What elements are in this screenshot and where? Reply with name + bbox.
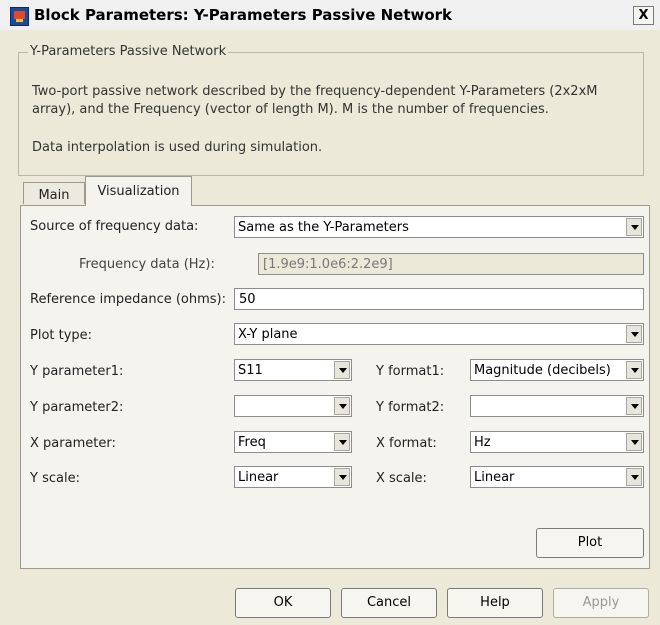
block-description: Two-port passive network described by th… [32, 84, 598, 117]
y-format2-dropdown[interactable] [470, 395, 644, 417]
chevron-down-icon[interactable] [334, 397, 350, 415]
tab-main[interactable]: Main [23, 182, 85, 204]
x-format-value: Hz [474, 435, 491, 450]
plot-button[interactable]: Plot [536, 528, 644, 558]
plot-type-value: X-Y plane [238, 327, 298, 342]
chevron-down-icon[interactable] [626, 433, 642, 451]
group-legend: Y-Parameters Passive Network [28, 44, 229, 59]
chevron-down-icon[interactable] [626, 325, 642, 343]
chevron-down-icon[interactable] [626, 468, 642, 486]
source-frequency-value: Same as the Y-Parameters [238, 220, 409, 235]
reference-impedance-field[interactable]: 50 [234, 288, 644, 310]
frequency-data-value: [1.9e9:1.0e6:2.2e9] [263, 257, 393, 272]
x-parameter-value: Freq [238, 435, 266, 450]
x-scale-value: Linear [474, 470, 515, 485]
interpolation-note: Data interpolation is used during simula… [32, 140, 323, 155]
y-scale-dropdown[interactable]: Linear [234, 466, 352, 488]
frequency-data-label: Frequency data (Hz): [79, 257, 215, 272]
chevron-down-icon[interactable] [626, 361, 642, 379]
reference-impedance-value: 50 [239, 292, 256, 307]
window-title: Block Parameters: Y-Parameters Passive N… [34, 6, 453, 24]
y-format1-dropdown[interactable]: Magnitude (decibels) [470, 359, 644, 381]
x-parameter-dropdown[interactable]: Freq [234, 431, 352, 453]
y-format1-value: Magnitude (decibels) [474, 363, 611, 378]
frequency-data-field[interactable]: [1.9e9:1.0e6:2.2e9] [258, 253, 644, 275]
plot-type-label: Plot type: [30, 328, 93, 343]
reference-impedance-label: Reference impedance (ohms): [30, 292, 227, 307]
x-parameter-label: X parameter: [30, 436, 116, 451]
close-button[interactable]: X [633, 6, 654, 25]
x-scale-label: X scale: [376, 471, 427, 486]
chevron-down-icon[interactable] [334, 361, 350, 379]
y-format1-label: Y format1: [376, 364, 445, 379]
help-button[interactable]: Help [447, 588, 543, 618]
y-scale-label: Y scale: [30, 471, 80, 486]
source-frequency-label: Source of frequency data: [30, 219, 199, 234]
y-scale-value: Linear [238, 470, 279, 485]
plot-type-dropdown[interactable]: X-Y plane [234, 323, 644, 345]
apply-button[interactable]: Apply [553, 588, 649, 618]
ok-button[interactable]: OK [235, 588, 331, 618]
chevron-down-icon[interactable] [626, 218, 642, 236]
simulink-block-icon [10, 7, 29, 26]
chevron-down-icon[interactable] [626, 397, 642, 415]
cancel-button[interactable]: Cancel [341, 588, 437, 618]
y-parameter1-dropdown[interactable]: S11 [234, 359, 352, 381]
y-parameter2-dropdown[interactable] [234, 395, 352, 417]
x-scale-dropdown[interactable]: Linear [470, 466, 644, 488]
y-format2-label: Y format2: [376, 400, 445, 415]
y-parameter1-label: Y parameter1: [30, 364, 124, 379]
y-parameter2-label: Y parameter2: [30, 400, 124, 415]
y-parameter1-value: S11 [238, 363, 263, 378]
chevron-down-icon[interactable] [334, 468, 350, 486]
x-format-label: X format: [376, 436, 437, 451]
tab-visualization[interactable]: Visualization [85, 176, 192, 206]
source-frequency-dropdown[interactable]: Same as the Y-Parameters [234, 216, 644, 238]
x-format-dropdown[interactable]: Hz [470, 431, 644, 453]
chevron-down-icon[interactable] [334, 433, 350, 451]
